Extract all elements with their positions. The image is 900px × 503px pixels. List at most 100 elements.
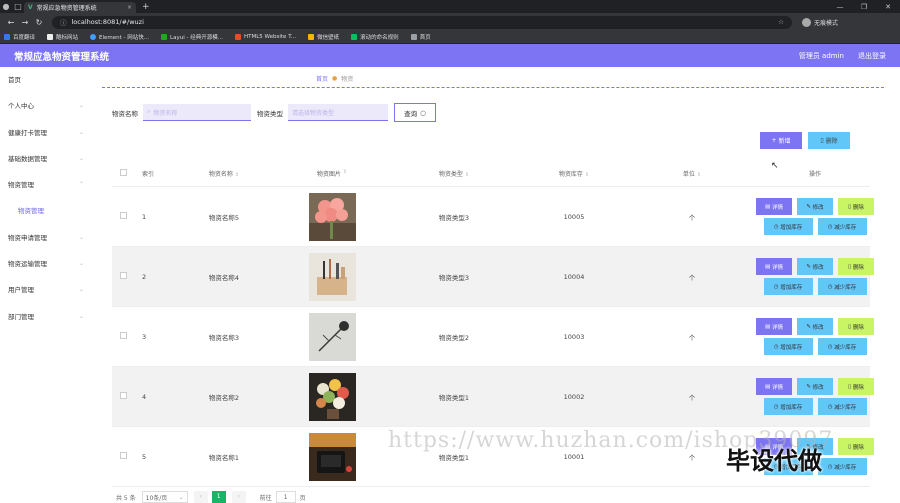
- bookmark-item[interactable]: HTML5 Website T...: [234, 34, 296, 40]
- bookmark-star-icon[interactable]: ☆: [778, 18, 784, 26]
- info-icon[interactable]: ⓘ: [60, 17, 67, 27]
- increase-stock-button[interactable]: ◷ 增加库存: [763, 218, 813, 235]
- sort-icon[interactable]: ⇕: [585, 172, 589, 178]
- app-header: 常规应急物资管理系统 管理员 admin 退出登录: [0, 44, 900, 67]
- next-page-button[interactable]: ›: [231, 491, 246, 503]
- row-checkbox[interactable]: [120, 212, 127, 219]
- delete-button[interactable]: ▯ 删除: [838, 258, 874, 275]
- goto-suffix: 页: [299, 494, 306, 502]
- bookmark-item[interactable]: 首页: [410, 33, 431, 41]
- sidebar-item-users[interactable]: 用户管理 ⌄: [0, 277, 100, 303]
- bookmark-item[interactable]: 微信壁纸: [308, 33, 339, 41]
- sort-icon[interactable]: ⇕: [697, 172, 701, 178]
- name-search-input[interactable]: ⌕ 物资名称: [143, 104, 251, 121]
- new-tab-icon[interactable]: +: [142, 2, 150, 12]
- header-stock[interactable]: 物资库存 ⇕: [524, 169, 624, 178]
- goto-page-input[interactable]: 1: [275, 491, 296, 503]
- url-field[interactable]: ⓘ localhost:8081/#/wuzi ☆: [52, 15, 792, 29]
- cell-name: 物资名称1: [208, 453, 240, 462]
- decrease-stock-button[interactable]: ◷ 减少库存: [817, 458, 867, 475]
- sort-icon[interactable]: ⇕: [235, 172, 239, 178]
- sidebar-item-base-data[interactable]: 基础数据管理 ⌄: [0, 146, 100, 172]
- row-actions: ▤ 详情 ✎ 修改 ▯ 删除 ◷ 增加库存 ◷ 减少库存: [756, 257, 874, 297]
- bookmarks-bar: 百度翻译 酷标网站 Element - 网站快... Layui - 经典开源模…: [0, 31, 900, 44]
- sidebar-subitem-supplies[interactable]: 物资管理: [0, 198, 100, 224]
- sort-icon[interactable]: ⇕: [465, 172, 469, 178]
- profile-label[interactable]: 无痕模式: [814, 18, 838, 27]
- minimize-icon[interactable]: —: [828, 3, 852, 11]
- decrease-stock-button[interactable]: ◷ 减少库存: [817, 278, 867, 295]
- header-image[interactable]: 物资图片 ⇕: [280, 169, 384, 178]
- cell-index: 3: [142, 332, 147, 341]
- detail-button[interactable]: ▤ 详情: [756, 258, 792, 275]
- maximize-icon[interactable]: ❐: [852, 3, 876, 11]
- edit-button[interactable]: ✎ 修改: [797, 198, 833, 215]
- detail-button[interactable]: ▤ 详情: [756, 378, 792, 395]
- chevron-down-icon: ⌄: [78, 312, 84, 320]
- delete-button[interactable]: ▯ 删除: [838, 438, 874, 455]
- back-icon[interactable]: ←: [4, 18, 18, 27]
- cell-stock: 10005: [563, 212, 585, 221]
- type-label: 物资类型: [257, 109, 283, 118]
- prev-page-button[interactable]: ‹: [193, 491, 208, 503]
- increase-stock-button[interactable]: ◷ 增加库存: [763, 398, 813, 415]
- logout-link[interactable]: 退出登录: [858, 51, 886, 61]
- delete-button[interactable]: ▯ 删除: [838, 318, 874, 335]
- cell-name: 物资名称5: [208, 213, 240, 222]
- decrease-stock-button[interactable]: ◷ 减少库存: [817, 338, 867, 355]
- row-checkbox[interactable]: [120, 272, 127, 279]
- page-number-current[interactable]: 1: [211, 491, 226, 503]
- sidebar-item-departments[interactable]: 部门管理 ⌄: [0, 304, 100, 330]
- row-checkbox[interactable]: [120, 392, 127, 399]
- tab-prev-icon[interactable]: □: [12, 0, 24, 13]
- batch-delete-button[interactable]: ▯ 删除: [808, 132, 850, 149]
- detail-button[interactable]: ▤ 详情: [756, 198, 792, 215]
- sidebar-item-home[interactable]: 首页: [0, 67, 100, 93]
- sort-icon[interactable]: ⇕: [343, 169, 347, 178]
- sidebar-item-supplies[interactable]: 物资管理 ⌃: [0, 172, 100, 198]
- select-all-checkbox[interactable]: [120, 168, 127, 176]
- increase-stock-button[interactable]: ◷ 增加库存: [763, 338, 813, 355]
- add-button-label: 新增: [778, 138, 791, 145]
- breadcrumb-home[interactable]: 首页: [316, 74, 328, 83]
- reload-icon[interactable]: ↻: [32, 18, 46, 27]
- bookmark-item[interactable]: Element - 网站快...: [90, 33, 149, 41]
- header-name[interactable]: 物资名称 ⇕: [168, 169, 280, 178]
- delete-button[interactable]: ▯ 删除: [838, 198, 874, 215]
- decrease-stock-button[interactable]: ◷ 减少库存: [817, 398, 867, 415]
- bookmark-item[interactable]: 百度翻译: [4, 33, 35, 41]
- sidebar-item-application[interactable]: 物资申请管理 ⌄: [0, 225, 100, 251]
- header-unit[interactable]: 单位 ⇕: [624, 169, 760, 178]
- cell-type: 物资类型2: [438, 333, 470, 342]
- detail-button[interactable]: ▤ 详情: [756, 318, 792, 335]
- tab-menu-icon[interactable]: ●: [0, 0, 12, 13]
- cell-name: 物资名称2: [208, 393, 240, 402]
- bookmark-item[interactable]: Layui - 经典开源模...: [161, 33, 223, 41]
- type-select[interactable]: 请选择物资类型: [288, 104, 388, 121]
- close-window-icon[interactable]: ✕: [876, 3, 900, 11]
- edit-button[interactable]: ✎ 修改: [797, 378, 833, 395]
- incognito-avatar-icon[interactable]: [802, 17, 811, 27]
- increase-stock-button[interactable]: ◷ 增加库存: [763, 278, 813, 295]
- edit-button[interactable]: ✎ 修改: [797, 258, 833, 275]
- sidebar-item-transport[interactable]: 物资运输管理 ⌄: [0, 251, 100, 277]
- decrease-stock-button[interactable]: ◷ 减少库存: [817, 218, 867, 235]
- row-checkbox[interactable]: [120, 452, 127, 459]
- forward-icon[interactable]: →: [18, 18, 32, 27]
- single-flower-image: [308, 312, 356, 361]
- sidebar-item-profile[interactable]: 个人中心 ⌄: [0, 93, 100, 119]
- header-type[interactable]: 物资类型 ⇕: [384, 169, 524, 178]
- query-button[interactable]: 查询 ○: [394, 103, 436, 122]
- page-size-select[interactable]: 10条/页 ⌄: [141, 491, 188, 503]
- add-button[interactable]: + 新增: [760, 132, 802, 149]
- tab-close-icon[interactable]: ×: [127, 4, 132, 11]
- browser-tab[interactable]: V 常规应急物资管理系统 ×: [24, 2, 136, 13]
- bookmark-icon: [351, 34, 358, 40]
- row-checkbox[interactable]: [120, 332, 127, 339]
- bookmark-item[interactable]: 酷标网站: [47, 33, 78, 41]
- edit-button[interactable]: ✎ 修改: [797, 318, 833, 335]
- sidebar-item-health[interactable]: 健康打卡管理 ⌄: [0, 120, 100, 146]
- cell-type: 物资类型3: [438, 273, 470, 282]
- delete-button[interactable]: ▯ 删除: [838, 378, 874, 395]
- bookmark-item[interactable]: 滚动的命名规则: [351, 33, 399, 41]
